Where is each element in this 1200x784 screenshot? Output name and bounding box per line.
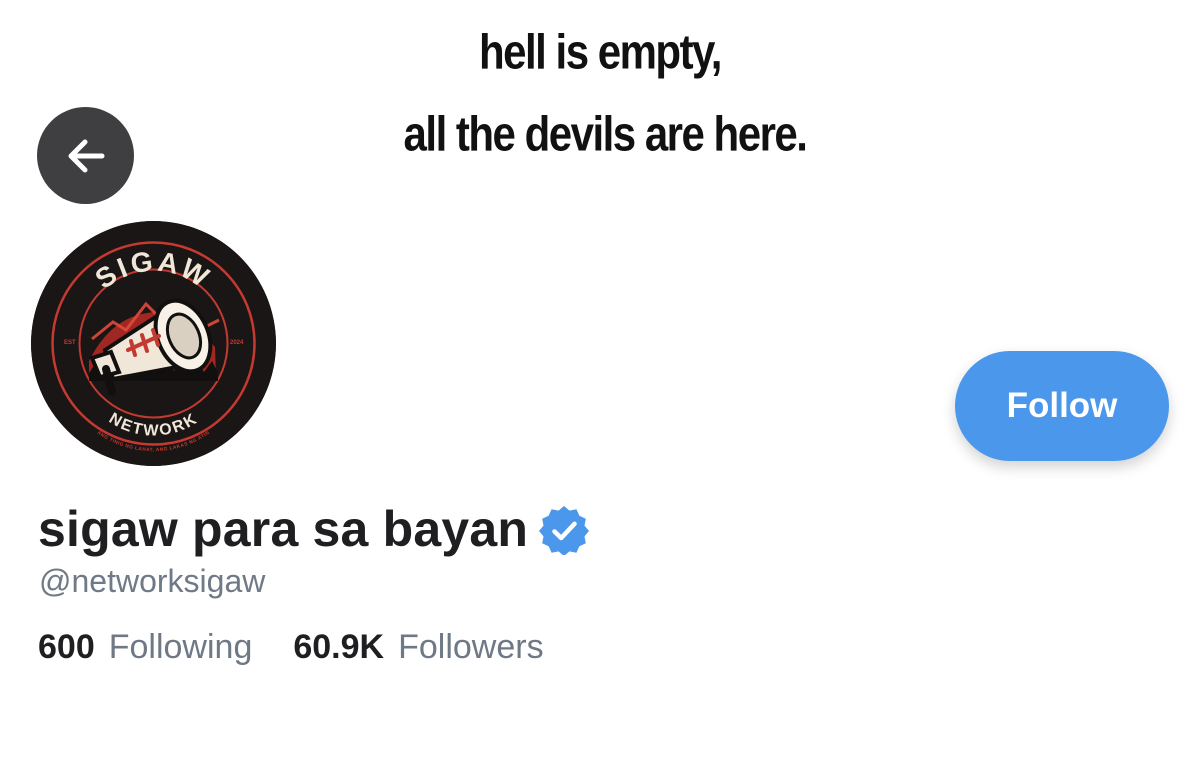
banner-text-line-1: hell is empty,: [479, 23, 722, 80]
followers-label: Followers: [398, 628, 544, 666]
arrow-left-icon: [68, 139, 104, 172]
avatar-left-text: EST: [64, 340, 76, 346]
followers-count: 60.9K: [293, 628, 385, 666]
following-count: 600: [38, 628, 95, 666]
profile-stats: 600 Following 60.9K Followers: [38, 628, 544, 667]
avatar[interactable]: SIGAW NETWORK ANG TINIG NG LAHAT, ANG LA…: [31, 221, 276, 466]
display-name-row: sigaw para sa bayan: [38, 497, 590, 561]
following-label: Following: [108, 628, 253, 666]
following-link[interactable]: 600 Following: [38, 628, 252, 667]
banner-text-line-2: all the devils are here.: [403, 105, 808, 162]
display-name: sigaw para sa bayan: [38, 501, 529, 557]
avatar-right-text: 2024: [230, 340, 244, 346]
profile-handle: @networksigaw: [39, 563, 266, 599]
profile-banner: hell is empty, all the devils are here.: [0, 0, 1200, 205]
follow-button[interactable]: Follow: [955, 351, 1169, 461]
verified-badge-icon: [539, 506, 590, 555]
followers-link[interactable]: 60.9K Followers: [293, 628, 543, 667]
back-button[interactable]: [37, 107, 134, 204]
